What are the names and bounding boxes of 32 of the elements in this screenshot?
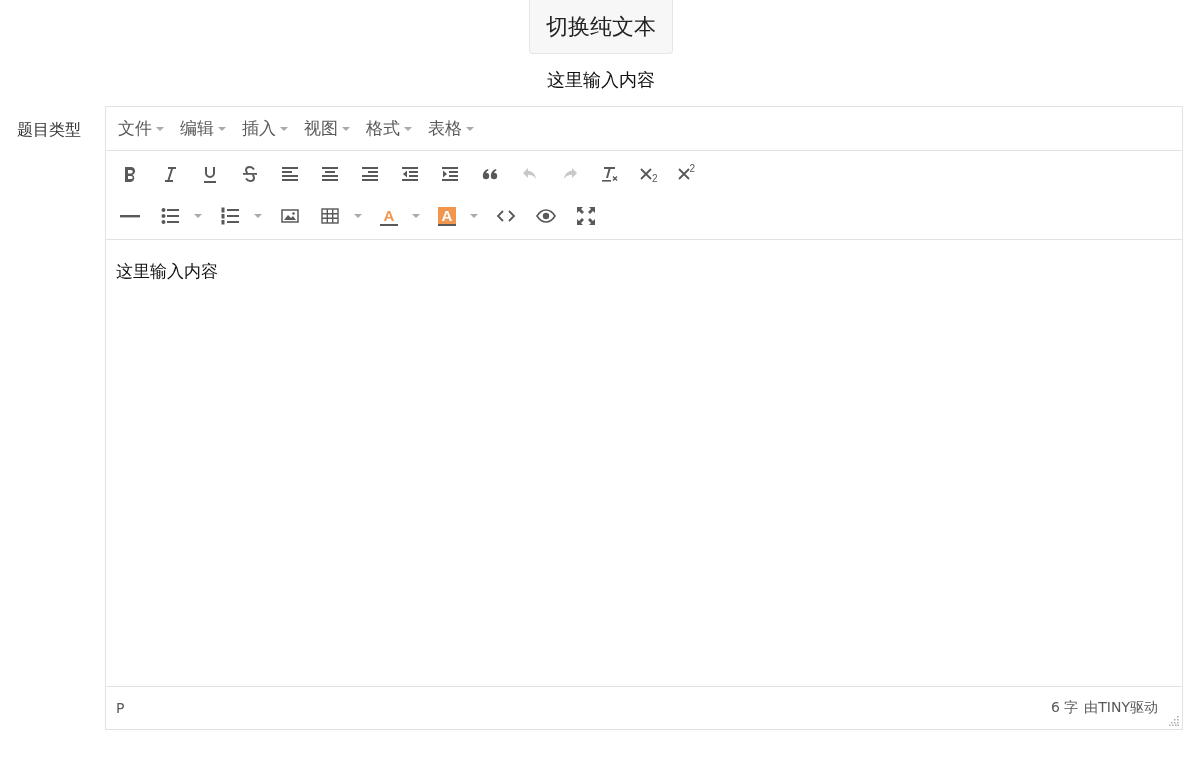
- fullscreen-icon: [576, 206, 596, 226]
- menu-item[interactable]: 视图: [296, 113, 358, 144]
- preview-text: 这里输入内容: [545, 68, 656, 92]
- menu-item[interactable]: 文件: [110, 113, 172, 144]
- table-icon: [320, 206, 340, 226]
- menu-item[interactable]: 编辑: [172, 113, 234, 144]
- resize-handle-icon[interactable]: [1169, 716, 1179, 726]
- align-center-icon: [320, 164, 340, 184]
- image-icon: [280, 206, 300, 226]
- bullet-list-icon: [160, 206, 180, 226]
- outdent-icon: [400, 164, 420, 184]
- cross-icon: [677, 168, 690, 180]
- editor-text: 这里输入内容: [116, 260, 219, 283]
- align-right-icon: [360, 164, 380, 184]
- subscript-button[interactable]: 2: [630, 158, 668, 190]
- clear-format-icon: [600, 164, 620, 184]
- strikethrough-icon: [240, 164, 260, 184]
- menu-item[interactable]: 插入: [234, 113, 296, 144]
- horizontal-rule-icon: [120, 214, 140, 218]
- menu-item[interactable]: 格式: [358, 113, 420, 144]
- branding-text: 由TINY驱动: [1084, 699, 1158, 717]
- word-count: 6 字: [1050, 699, 1079, 717]
- indent-icon: [440, 164, 460, 184]
- toggle-plain-text-button[interactable]: 切换纯文本: [528, 0, 673, 54]
- numbered-list-icon: [220, 206, 240, 226]
- superscript-button[interactable]: 2: [667, 158, 706, 190]
- align-left-icon: [280, 164, 300, 184]
- eye-icon: [536, 206, 556, 226]
- menu-item[interactable]: 表格: [420, 113, 482, 144]
- cross-icon: [640, 168, 652, 180]
- element-path: P: [116, 700, 125, 716]
- field-label: 题目类型: [16, 119, 82, 141]
